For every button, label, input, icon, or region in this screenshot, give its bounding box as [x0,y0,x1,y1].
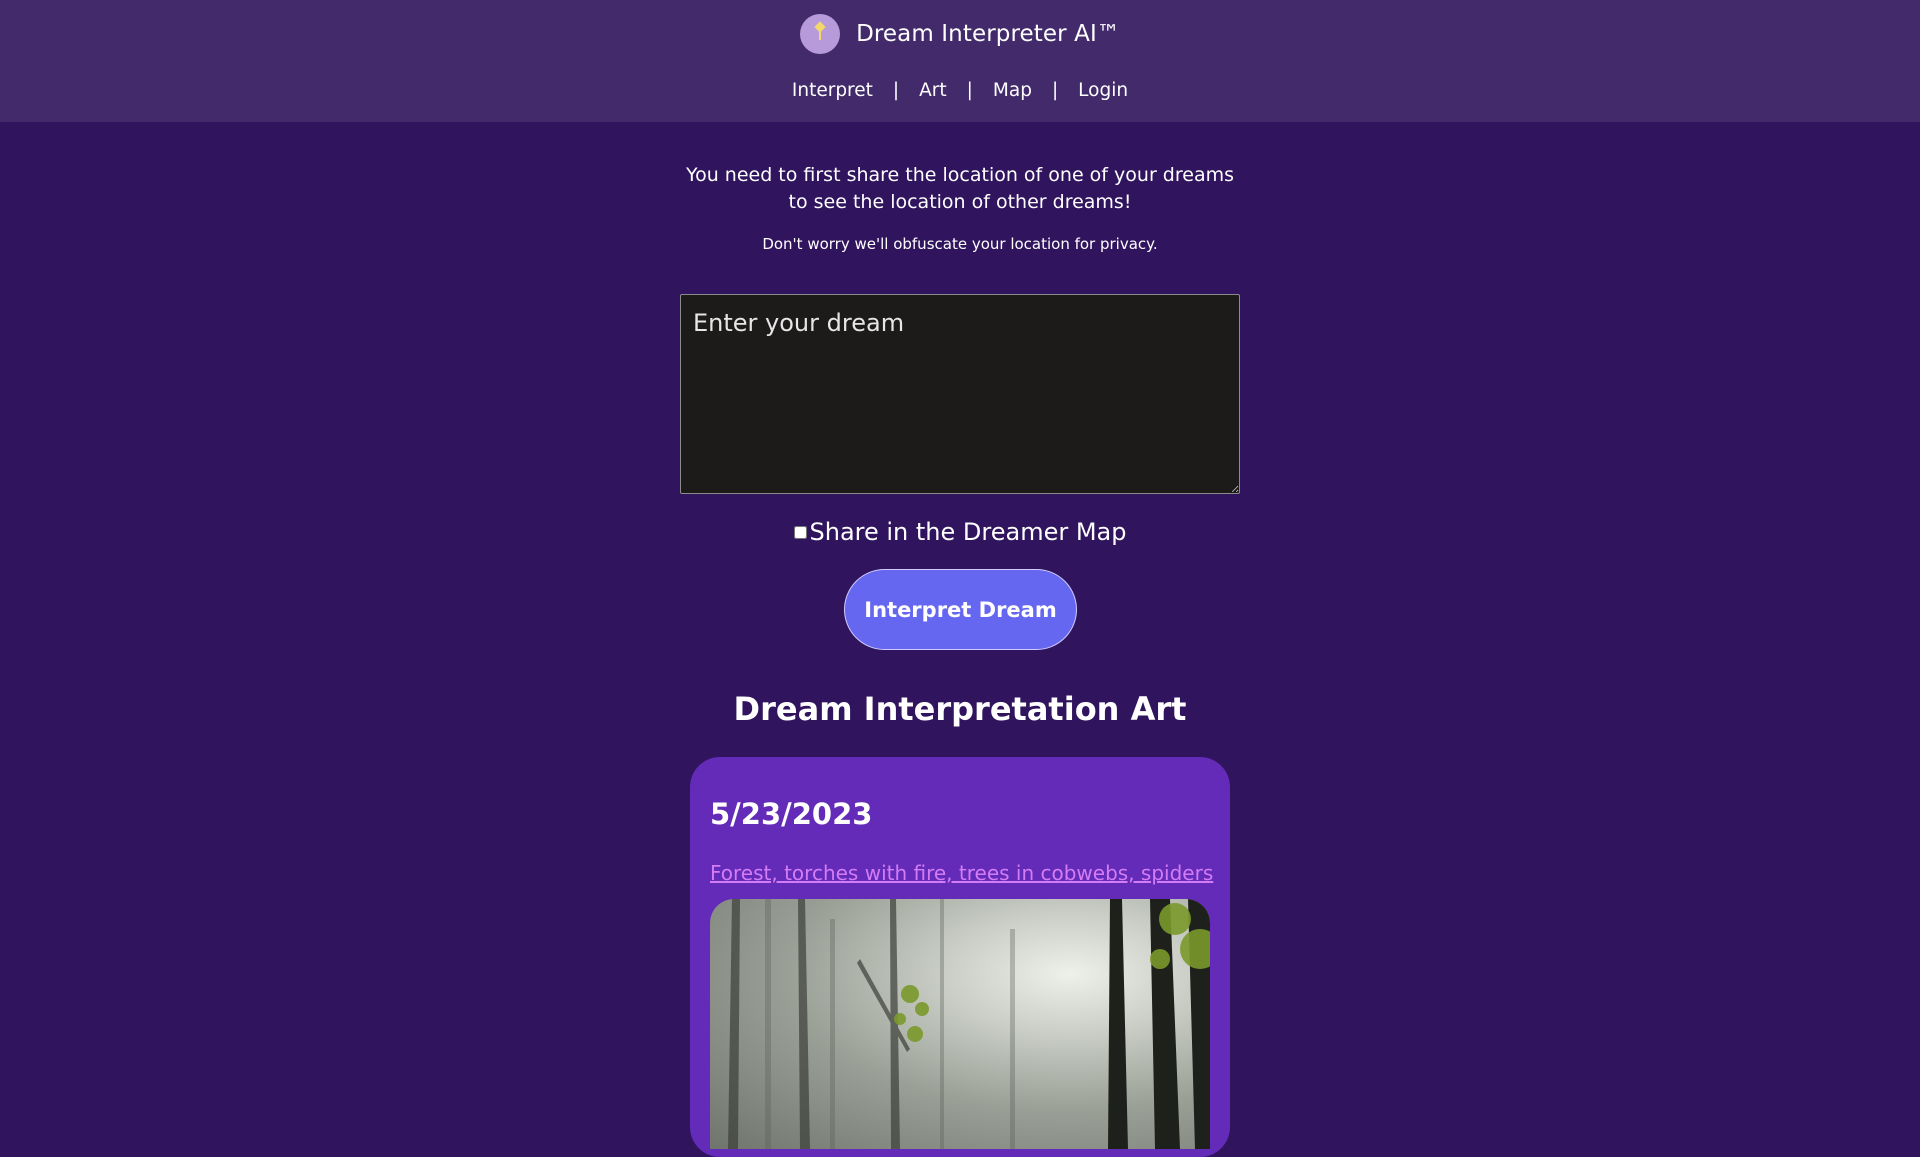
nav-login[interactable]: Login [1078,80,1128,101]
nav-map[interactable]: Map [993,80,1032,101]
lightbulb-icon [800,14,841,54]
card-date: 5/23/2023 [710,797,873,831]
art-section-heading: Dream Interpretation Art [733,690,1187,728]
nav-interpret[interactable]: Interpret [792,80,873,101]
app-title: Dream Interpreter AI™ [856,21,1120,47]
card-dream-link[interactable]: Forest, torches with fire, trees in cobw… [710,861,1213,885]
notice-line-2: to see the location of other dreams! [788,191,1132,213]
site-header: Dream Interpreter AI™ Interpret | Art | … [0,0,1920,122]
nav-separator: | [966,80,973,101]
share-map-checkbox[interactable] [793,525,807,539]
main-nav: Interpret | Art | Map | Login [0,80,1920,101]
nav-art[interactable]: Art [919,80,947,101]
privacy-note: Don't worry we'll obfuscate your locatio… [762,235,1158,253]
share-map-option[interactable]: Share in the Dreamer Map [0,518,1920,546]
interpret-dream-button[interactable]: Interpret Dream [844,569,1077,650]
brand[interactable]: Dream Interpreter AI™ [0,14,1920,54]
dream-art-card: 5/23/2023 Forest, torches with fire, tre… [690,757,1230,1157]
nav-separator: | [892,80,900,101]
share-map-label: Share in the Dreamer Map [809,518,1127,546]
nav-separator: | [1051,80,1059,101]
map-share-notice: You need to first share the location of … [0,162,1920,216]
dream-art-image[interactable] [710,899,1210,1149]
notice-line-1: You need to first share the location of … [685,164,1234,186]
dream-input[interactable] [680,294,1240,494]
